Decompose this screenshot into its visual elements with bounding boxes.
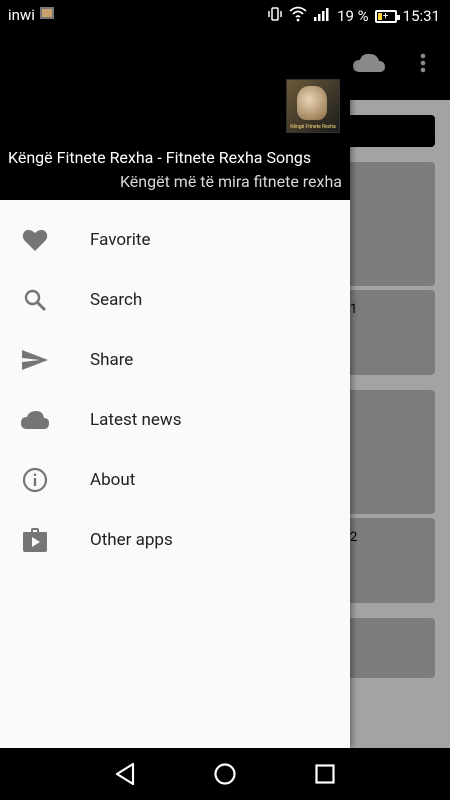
store-icon <box>20 525 50 555</box>
menu-item-share[interactable]: Share <box>0 330 350 390</box>
recents-icon[interactable] <box>314 762 336 790</box>
card-dimmed[interactable]: / <box>340 162 435 286</box>
menu-item-label: Other apps <box>90 530 173 550</box>
signal-icon <box>313 7 331 25</box>
menu-item-label: Latest news <box>90 410 182 430</box>
system-nav-bar <box>0 748 450 800</box>
cloud-icon[interactable] <box>352 52 386 78</box>
card-dimmed[interactable]: / <box>340 390 435 514</box>
menu-item-latest-news[interactable]: Latest news <box>0 390 350 450</box>
vibrate-icon <box>267 6 283 26</box>
menu-item-label: About <box>90 470 136 490</box>
card-text: 1 <box>350 302 358 317</box>
drawer-menu: Favorite Search Share Latest news About <box>0 210 350 570</box>
overflow-menu-icon[interactable] <box>417 52 429 78</box>
menu-item-label: Favorite <box>90 230 151 250</box>
album-thumbnail: Këngë Fitnete Rexha <box>286 79 340 133</box>
battery-icon: + <box>374 9 400 23</box>
drawer-title: Këngë Fitnete Rexha - Fitnete Rexha Song… <box>8 148 312 167</box>
menu-item-about[interactable]: About <box>0 450 350 510</box>
cloud-icon <box>20 405 50 435</box>
home-icon[interactable] <box>213 762 237 790</box>
navigation-drawer: Këngë Fitnete Rexha Këngë Fitnete Rexha … <box>0 30 350 748</box>
menu-item-other-apps[interactable]: Other apps <box>0 510 350 570</box>
info-icon <box>20 465 50 495</box>
carrier-label: inwi <box>8 6 35 24</box>
menu-item-label: Search <box>90 290 143 310</box>
clock: 15:31 <box>402 7 440 25</box>
thumbnail-caption: Këngë Fitnete Rexha <box>290 124 336 130</box>
battery-percent: 19 % <box>337 7 369 25</box>
search-icon <box>20 285 50 315</box>
card-dimmed[interactable] <box>340 618 435 678</box>
heart-icon <box>20 225 50 255</box>
card-text: 2 <box>350 530 358 545</box>
wifi-icon <box>289 6 307 26</box>
drawer-subtitle: Këngët më të mira fitnete rexha <box>119 172 342 191</box>
search-bar-dimmed[interactable] <box>340 115 435 147</box>
menu-item-label: Share <box>90 350 134 370</box>
notification-icon <box>39 6 55 24</box>
card-dimmed[interactable]: 2 <box>340 518 435 603</box>
drawer-header: Këngë Fitnete Rexha Këngë Fitnete Rexha … <box>0 30 350 200</box>
back-icon[interactable] <box>114 762 136 790</box>
card-dimmed[interactable]: 1 <box>340 290 435 375</box>
menu-item-favorite[interactable]: Favorite <box>0 210 350 270</box>
menu-item-search[interactable]: Search <box>0 270 350 330</box>
send-icon <box>20 345 50 375</box>
status-bar: inwi 19 % + 15:31 <box>0 0 450 30</box>
